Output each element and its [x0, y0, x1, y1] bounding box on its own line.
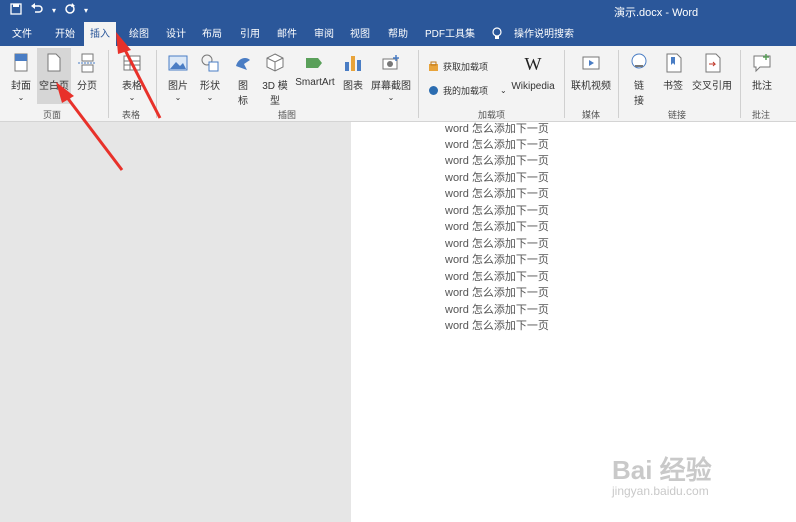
annotation-arrows [56, 32, 162, 171]
arrow-to-insert-tab [116, 32, 162, 119]
arrow-to-blank-page [56, 82, 124, 171]
